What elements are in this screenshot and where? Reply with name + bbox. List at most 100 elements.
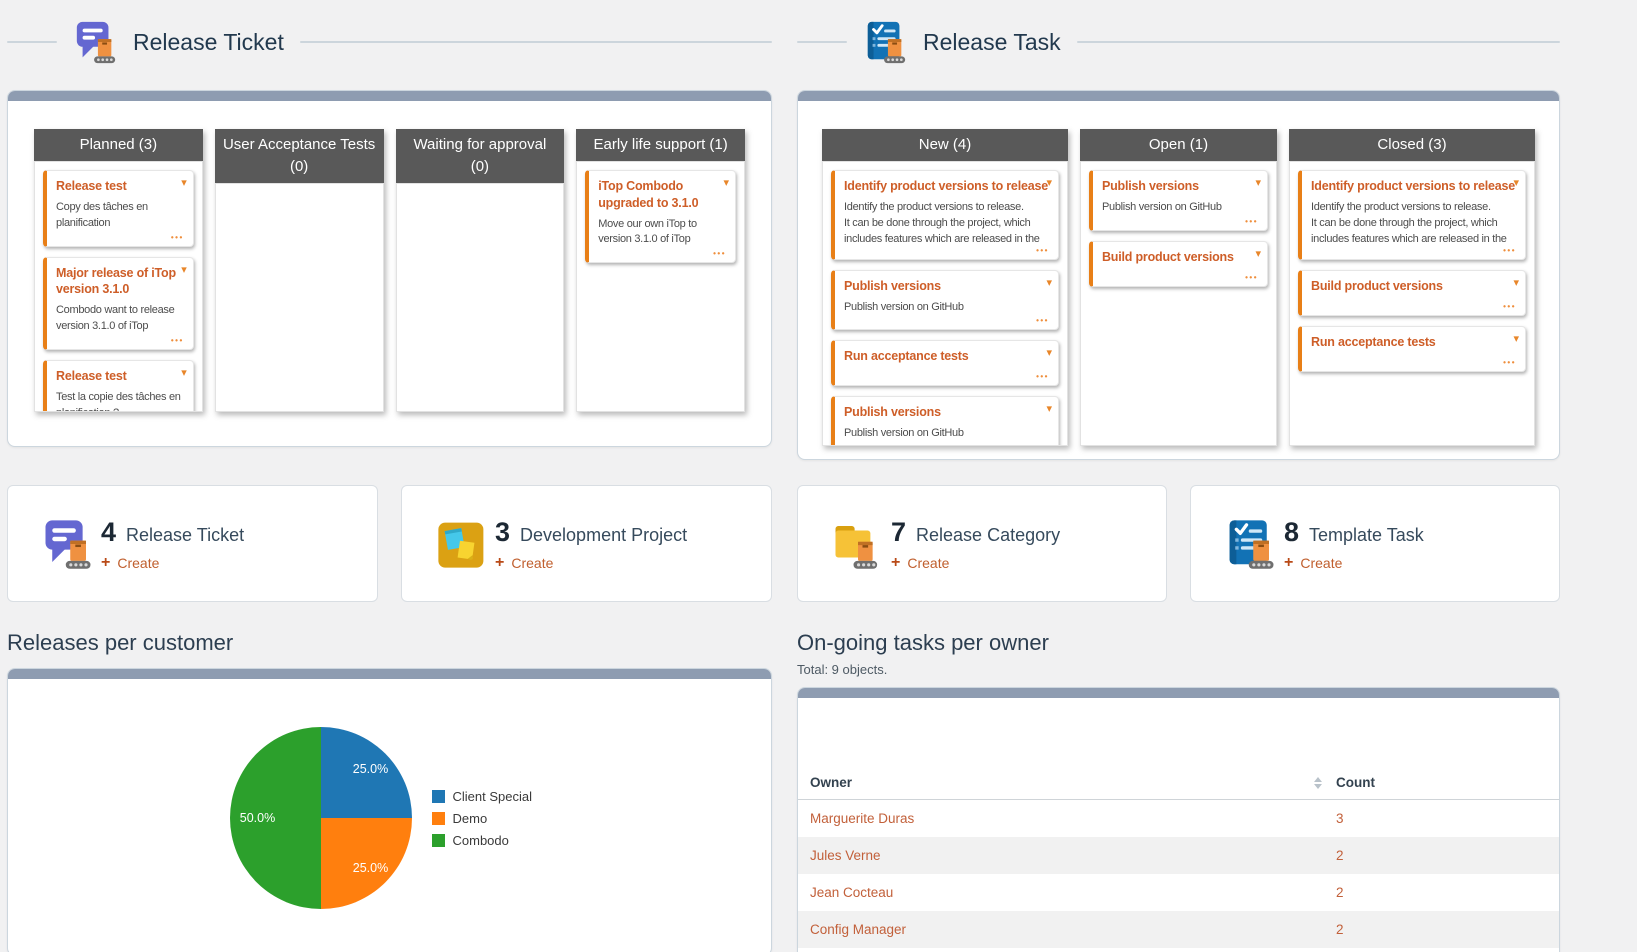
owner-link[interactable]: Jean Cocteau <box>798 885 1336 900</box>
chart-title: Releases per customer <box>7 630 772 656</box>
ellipsis-menu-icon[interactable]: ••• <box>1036 443 1049 446</box>
table-total: Total: 9 objects. <box>797 662 1560 677</box>
object-label[interactable]: Release Ticket <box>126 525 244 546</box>
kanban-card[interactable]: iTop Combodo upgraded to 3.1.0 ▾ Move ou… <box>585 170 736 264</box>
card-title[interactable]: Build product versions <box>1311 278 1517 295</box>
ellipsis-menu-icon[interactable]: ••• <box>1036 372 1049 381</box>
create-release-category-link[interactable]: + Create <box>891 555 1060 571</box>
owner-link[interactable]: Marguerite Duras <box>798 811 1336 826</box>
ellipsis-menu-icon[interactable]: ••• <box>1503 246 1516 255</box>
card-description: Publish version on GitHub <box>844 426 1050 442</box>
card-description: Combodo want to release version 3.1.0 of… <box>56 303 185 335</box>
object-label[interactable]: Development Project <box>520 525 687 546</box>
chevron-down-icon[interactable]: ▾ <box>1046 404 1052 415</box>
count-link[interactable]: 2 <box>1336 885 1559 900</box>
count-link[interactable]: 3 <box>1336 811 1559 826</box>
chevron-down-icon[interactable]: ▾ <box>1513 178 1519 189</box>
card-title[interactable]: Publish versions <box>844 278 1050 295</box>
card-title[interactable]: Publish versions <box>1102 178 1259 195</box>
create-release-ticket-link[interactable]: + Create <box>101 555 244 571</box>
create-label[interactable]: Create <box>117 555 159 571</box>
card-title[interactable]: Build product versions <box>1102 249 1259 266</box>
section-title: Release Task <box>923 29 1061 56</box>
ellipsis-menu-icon[interactable]: ••• <box>1036 316 1049 325</box>
column-header-owner[interactable]: Owner <box>810 775 852 790</box>
dashboard: Release Ticket Release Task <box>7 0 1560 952</box>
chevron-down-icon[interactable]: ▾ <box>1513 278 1519 289</box>
object-count: 7 <box>891 517 906 548</box>
card-title[interactable]: Release test <box>56 368 185 385</box>
chevron-down-icon[interactable]: ▾ <box>723 178 729 189</box>
plus-icon: + <box>495 555 504 571</box>
legend-swatch-green <box>432 834 445 847</box>
chevron-down-icon[interactable]: ▾ <box>1513 334 1519 345</box>
ongoing-tasks-section: On-going tasks per owner Total: 9 object… <box>797 630 1560 952</box>
kanban-card[interactable]: Major release of iTop version 3.1.0 ▾ Co… <box>43 257 194 351</box>
summary-card-release-category: 7 Release Category + Create <box>797 485 1167 602</box>
ellipsis-menu-icon[interactable]: ••• <box>1245 217 1258 226</box>
create-label[interactable]: Create <box>1300 555 1342 571</box>
kanban-card[interactable]: Release test ▾ Test la copie des tâches … <box>43 360 194 412</box>
kanban-card[interactable]: Release test ▾ Copy des tâches en planif… <box>43 170 194 247</box>
panel-top-bar <box>798 91 1559 101</box>
create-development-project-link[interactable]: + Create <box>495 555 687 571</box>
legend-label: Demo <box>453 811 488 826</box>
column-header-count[interactable]: Count <box>1336 775 1559 790</box>
table-row: Marguerite Duras 3 <box>798 800 1559 837</box>
pie-slice-label: 25.0% <box>353 762 388 776</box>
create-label[interactable]: Create <box>907 555 949 571</box>
owner-link[interactable]: Config Manager <box>798 922 1336 937</box>
kanban-column-waiting-for-approval: Waiting for approval (0) <box>396 129 565 412</box>
chevron-down-icon[interactable]: ▾ <box>1046 348 1052 359</box>
card-title[interactable]: Publish versions <box>844 404 1050 421</box>
ellipsis-menu-icon[interactable]: ••• <box>1036 246 1049 255</box>
chevron-down-icon[interactable]: ▾ <box>1255 249 1261 260</box>
tasks-table-panel: Owner Count Marguerite Duras 3 Jules Ver… <box>797 687 1560 952</box>
kanban-card[interactable]: Publish versions ▾ Publish version on Gi… <box>831 270 1059 331</box>
kanban-card[interactable]: Publish versions ▾ Publish version on Gi… <box>831 396 1059 446</box>
owner-link[interactable]: Jules Verne <box>798 848 1336 863</box>
sort-icon[interactable] <box>1314 777 1322 789</box>
object-label[interactable]: Template Task <box>1309 525 1424 546</box>
chevron-down-icon[interactable]: ▾ <box>181 368 187 379</box>
ellipsis-menu-icon[interactable]: ••• <box>171 233 184 242</box>
chevron-down-icon[interactable]: ▾ <box>1046 278 1052 289</box>
card-title[interactable]: Identify product versions to release <box>844 178 1050 195</box>
chevron-down-icon[interactable]: ▾ <box>1255 178 1261 189</box>
tasks-table: Owner Count Marguerite Duras 3 Jules Ver… <box>798 698 1559 948</box>
column-header: User Acceptance Tests (0) <box>215 129 384 183</box>
panel-top-bar <box>8 91 771 101</box>
column-header: Waiting for approval (0) <box>396 129 565 183</box>
ellipsis-menu-icon[interactable]: ••• <box>1503 302 1516 311</box>
card-title[interactable]: Major release of iTop version 3.1.0 <box>56 265 185 299</box>
chevron-down-icon[interactable]: ▾ <box>1046 178 1052 189</box>
card-title[interactable]: Run acceptance tests <box>844 348 1050 365</box>
create-template-task-link[interactable]: + Create <box>1284 555 1424 571</box>
chevron-down-icon[interactable]: ▾ <box>181 265 187 276</box>
kanban-card[interactable]: Identify product versions to release ▾ I… <box>1298 170 1526 260</box>
kanban-column-new: New (4) Identify product versions to rel… <box>822 129 1068 446</box>
kanban-card[interactable]: Run acceptance tests ▾ ••• <box>1298 326 1526 372</box>
card-title[interactable]: iTop Combodo upgraded to 3.1.0 <box>598 178 727 212</box>
panel-top-bar <box>8 669 771 679</box>
kanban-card[interactable]: Publish versions ▾ Publish version on Gi… <box>1089 170 1268 231</box>
kanban-card[interactable]: Run acceptance tests ▾ ••• <box>831 340 1059 386</box>
count-link[interactable]: 2 <box>1336 848 1559 863</box>
kanban-card[interactable]: Build product versions ▾ ••• <box>1298 270 1526 316</box>
kanban-column-open: Open (1) Publish versions ▾ Publish vers… <box>1080 129 1277 446</box>
ellipsis-menu-icon[interactable]: ••• <box>713 249 726 258</box>
card-title[interactable]: Release test <box>56 178 185 195</box>
ellipsis-menu-icon[interactable]: ••• <box>1245 273 1258 282</box>
ellipsis-menu-icon[interactable]: ••• <box>171 336 184 345</box>
object-label[interactable]: Release Category <box>916 525 1060 546</box>
create-label[interactable]: Create <box>511 555 553 571</box>
card-title[interactable]: Run acceptance tests <box>1311 334 1517 351</box>
summary-card-development-project: 3 Development Project + Create <box>401 485 772 602</box>
kanban-card[interactable]: Build product versions ▾ ••• <box>1089 241 1268 287</box>
kanban-card[interactable]: Identify product versions to release ▾ I… <box>831 170 1059 260</box>
card-title[interactable]: Identify product versions to release <box>1311 178 1517 195</box>
chevron-down-icon[interactable]: ▾ <box>181 178 187 189</box>
column-header: New (4) <box>822 129 1068 161</box>
count-link[interactable]: 2 <box>1336 922 1559 937</box>
ellipsis-menu-icon[interactable]: ••• <box>1503 358 1516 367</box>
